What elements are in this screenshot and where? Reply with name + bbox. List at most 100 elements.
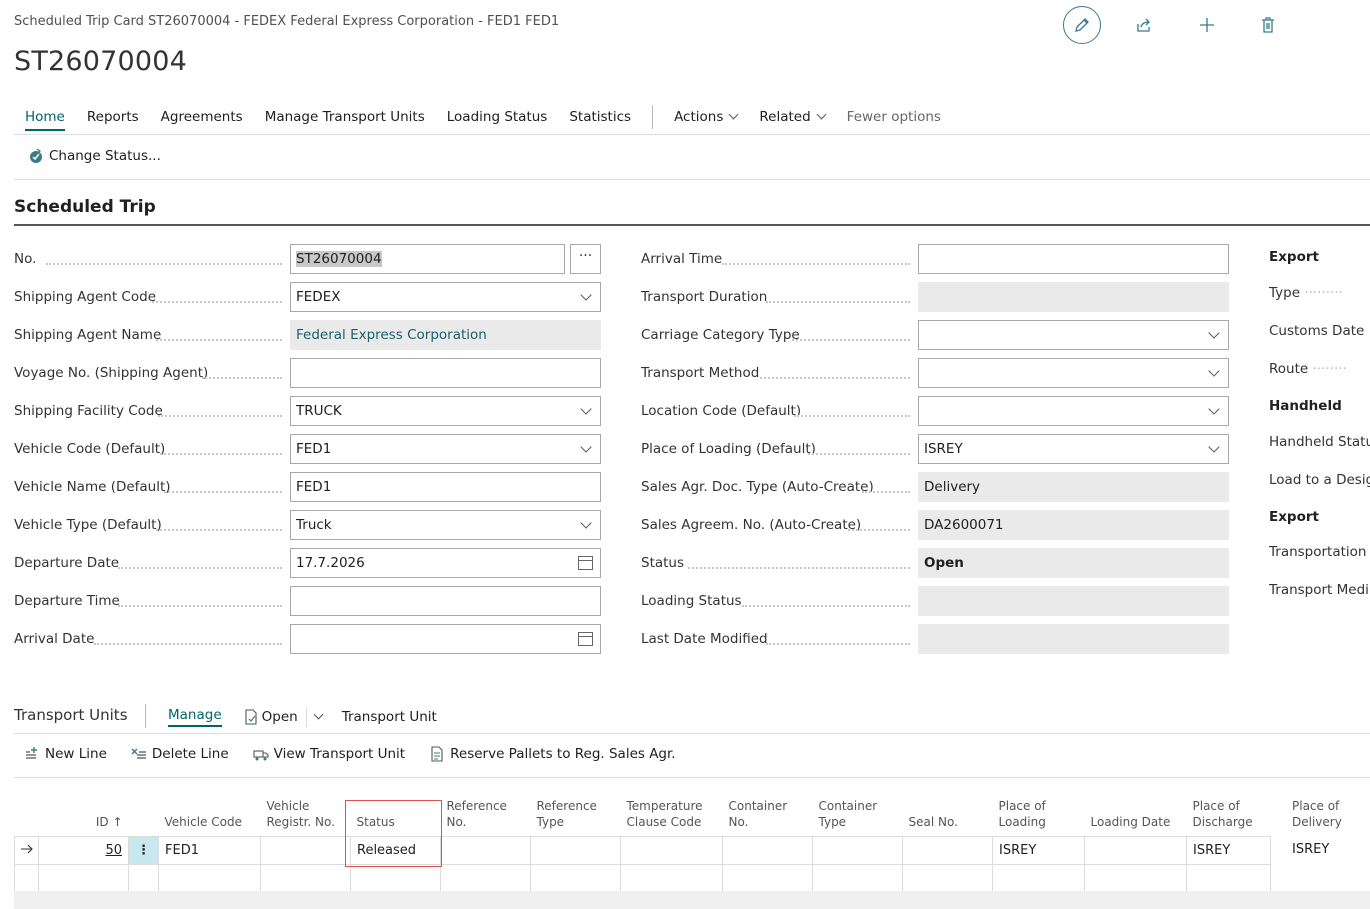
new-line-button[interactable]: New Line — [24, 746, 107, 762]
tab-home[interactable]: Home — [25, 103, 65, 131]
transport-units-title: Transport Units — [14, 706, 128, 724]
no-field[interactable]: ST26070004 — [290, 244, 565, 274]
vehicle-code-field[interactable]: FED1 — [290, 434, 601, 464]
lookup-button[interactable]: ··· — [570, 244, 601, 274]
empty-cell[interactable] — [1186, 864, 1271, 893]
column-header-place-of-discharge[interactable]: Place of Discharge — [1186, 792, 1271, 837]
view-transport-unit-button[interactable]: View Transport Unit — [253, 746, 405, 762]
calendar-icon[interactable] — [578, 556, 593, 570]
place-of-delivery-cell[interactable]: ISREY — [1292, 842, 1329, 857]
empty-cell[interactable] — [722, 864, 813, 893]
vehicle-registr-cell[interactable] — [260, 836, 351, 865]
arrival-date-field[interactable] — [290, 624, 601, 654]
tab-reports[interactable]: Reports — [87, 103, 139, 131]
section-underline — [14, 224, 1370, 226]
related-menu[interactable]: Related — [759, 103, 827, 131]
empty-cell[interactable] — [158, 864, 261, 893]
arrival-time-field[interactable] — [918, 244, 1229, 274]
open-button[interactable]: Open — [244, 709, 298, 725]
loading-date-cell[interactable] — [1084, 836, 1187, 865]
chevron-down-icon[interactable] — [313, 709, 324, 719]
column-header-seal-no[interactable]: Seal No. — [902, 792, 993, 837]
transport-method-field[interactable] — [918, 358, 1229, 388]
departure-date-field[interactable]: 17.7.2026 — [290, 548, 601, 578]
column-header-reference-type[interactable]: Reference Type — [530, 792, 621, 837]
column-header-container-no[interactable]: Container No. — [722, 792, 813, 837]
empty-cell[interactable] — [620, 864, 723, 893]
empty-cell[interactable] — [992, 864, 1085, 893]
change-status-label: Change Status... — [49, 148, 161, 164]
column-header-place-of-loading[interactable]: Place of Loading — [992, 792, 1085, 837]
column-header-vehicle-code[interactable]: Vehicle Code — [158, 792, 261, 837]
reserve-pallets-button[interactable]: Reserve Pallets to Reg. Sales Agr. — [429, 746, 676, 762]
column-header-id[interactable]: ID ↑ — [38, 792, 129, 837]
actions-menu[interactable]: Actions — [674, 103, 739, 131]
shipping-agent-name-field[interactable]: Federal Express Corporation — [290, 320, 601, 350]
departure-time-field[interactable] — [290, 586, 601, 616]
new-line-label: New Line — [45, 746, 107, 762]
carriage-category-type-field[interactable] — [918, 320, 1229, 350]
divider — [14, 777, 1370, 778]
empty-cell[interactable] — [440, 864, 531, 893]
column-header-reference-no[interactable]: Reference No. — [440, 792, 531, 837]
column-header-place-of-delivery[interactable]: Place of Delivery — [1292, 798, 1370, 830]
delete-line-button[interactable]: Delete Line — [131, 746, 229, 762]
container-no-cell[interactable] — [722, 836, 813, 865]
empty-cell[interactable] — [38, 864, 129, 893]
chevron-down-icon — [580, 517, 592, 529]
place-of-loading-field[interactable]: ISREY — [918, 434, 1229, 464]
edit-icon[interactable] — [1063, 6, 1101, 44]
no-label: No. — [14, 251, 37, 267]
delete-icon[interactable] — [1249, 6, 1287, 44]
share-icon[interactable] — [1125, 6, 1163, 44]
empty-cell[interactable] — [902, 864, 993, 893]
temperature-clause-cell[interactable] — [620, 836, 723, 865]
change-status-button[interactable]: Change Status... — [28, 148, 161, 164]
tab-manage[interactable]: Manage — [168, 707, 222, 727]
place-of-discharge-cell[interactable]: ISREY — [1186, 836, 1271, 865]
voyage-no-field[interactable] — [290, 358, 601, 388]
container-type-cell[interactable] — [812, 836, 903, 865]
empty-cell[interactable] — [1084, 864, 1187, 893]
row-menu-icon[interactable]: ⋮ — [128, 836, 159, 865]
shipping-agent-code-field[interactable]: FEDEX — [290, 282, 601, 312]
tab-loading-status[interactable]: Loading Status — [447, 103, 548, 131]
calendar-icon[interactable] — [578, 632, 593, 646]
empty-cell[interactable] — [350, 864, 441, 893]
transport-units-grid: ID ↑ Vehicle Code Vehicle Registr. No. S… — [14, 792, 1271, 893]
transport-unit-menu[interactable]: Transport Unit — [342, 709, 437, 725]
shipping-facility-code-field[interactable]: TRUCK — [290, 396, 601, 426]
handheld-status-label: Handheld Status — [1269, 434, 1370, 450]
column-header-loading-date[interactable]: Loading Date — [1084, 792, 1187, 837]
delete-line-label: Delete Line — [151, 746, 229, 762]
empty-cell[interactable] — [530, 864, 621, 893]
vehicle-type-field[interactable]: Truck — [290, 510, 601, 540]
empty-cell[interactable] — [260, 864, 351, 893]
add-icon[interactable] — [1188, 6, 1226, 44]
tab-agreements[interactable]: Agreements — [161, 103, 243, 131]
vehicle-name-value: FED1 — [296, 479, 332, 495]
vehicle-code-cell[interactable]: FED1 — [158, 836, 261, 865]
table-row-empty[interactable] — [14, 864, 1271, 893]
fewer-options-button[interactable]: Fewer options — [847, 103, 941, 131]
arrival-date-label: Arrival Date — [14, 631, 95, 647]
reference-type-cell[interactable] — [530, 836, 621, 865]
table-row[interactable]: 50 ⋮ FED1 Released ISREY ISREY — [14, 836, 1271, 865]
loading-status-label: Loading Status — [641, 593, 742, 609]
chevron-down-icon — [1208, 403, 1220, 415]
divider — [145, 704, 146, 728]
column-header-vehicle-registr-no[interactable]: Vehicle Registr. No. — [260, 792, 351, 837]
seal-no-cell[interactable] — [902, 836, 993, 865]
place-of-loading-cell[interactable]: ISREY — [992, 836, 1085, 865]
status-value: Open — [924, 555, 964, 571]
tab-statistics[interactable]: Statistics — [569, 103, 631, 131]
empty-cell[interactable] — [812, 864, 903, 893]
tab-manage-transport-units[interactable]: Manage Transport Units — [265, 103, 425, 131]
column-header-container-type[interactable]: Container Type — [812, 792, 903, 837]
location-code-field[interactable] — [918, 396, 1229, 426]
column-header-temperature-clause-code[interactable]: Temperature Clause Code — [620, 792, 723, 837]
vehicle-name-field[interactable]: FED1 — [290, 472, 601, 502]
reference-no-cell[interactable] — [440, 836, 531, 865]
shipping-agent-name-label: Shipping Agent Name — [14, 327, 162, 343]
id-cell[interactable]: 50 — [38, 836, 129, 865]
